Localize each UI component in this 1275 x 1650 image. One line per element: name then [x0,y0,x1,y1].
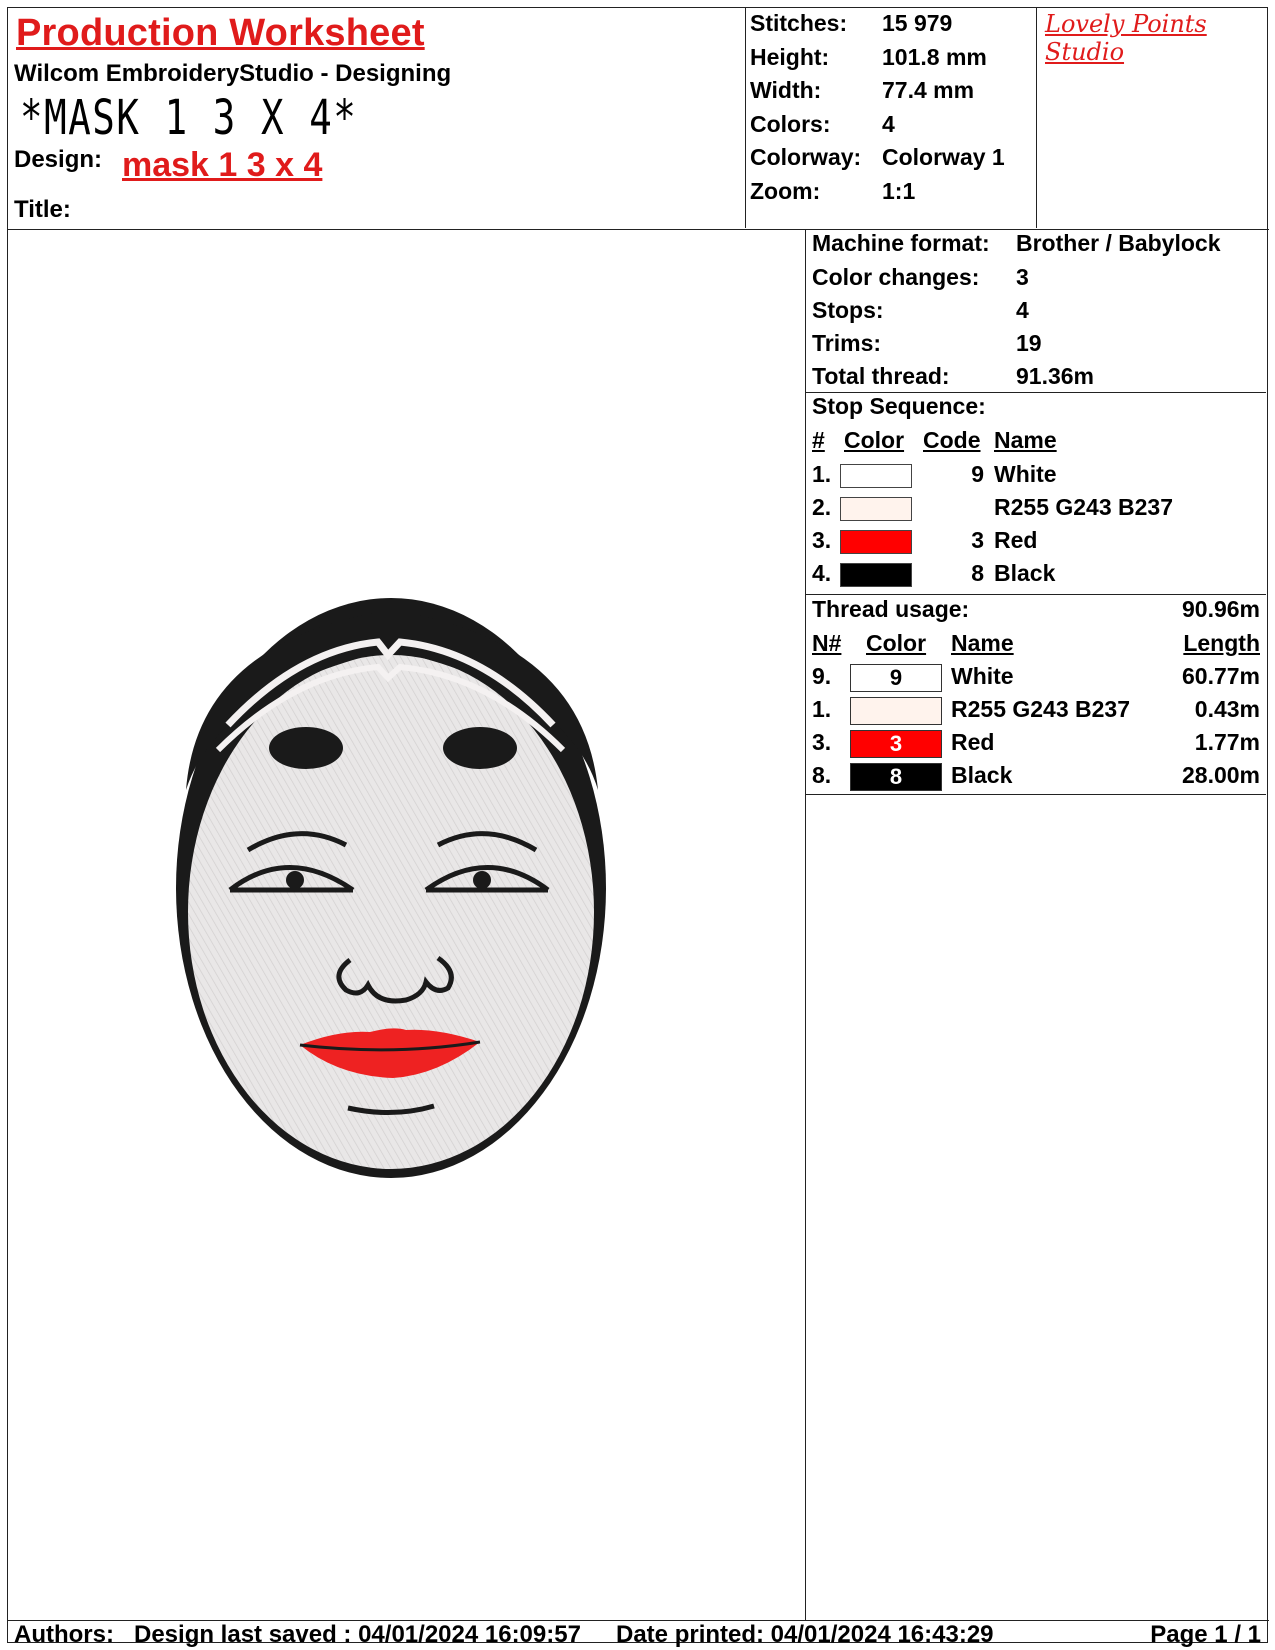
header-studio: Lovely Points Studio [1037,8,1267,228]
usage-row-name: R255 G243 B237 [951,696,1131,722]
stop-col-num: # [812,427,825,453]
stop-row-name: White [994,461,1057,487]
thread-usage-title: Thread usage: [812,596,970,622]
usage-row-num: 1. [812,696,832,722]
title-label: Title: [14,196,71,223]
machine-format-label: Machine format: [812,230,990,256]
stop-row-swatch [840,563,912,587]
usage-row-num: 3. [812,729,832,755]
stop-row-code: 8 [971,560,984,586]
stop-row-num: 3. [812,527,832,553]
right-pupil [473,871,491,889]
last-saved: Design last saved : 04/01/2024 16:09:57 [134,1621,581,1648]
usage-row-length: 60.77m [1181,663,1260,689]
stop-row-swatch [840,464,912,488]
height-label: Height: [750,44,830,70]
stop-row-name: Red [994,527,1038,553]
colors-label: Colors: [750,111,831,137]
usage-col-length: Length [1183,630,1260,656]
stop-row-num: 1. [812,461,832,487]
machine-format-value: Brother / Babylock [1016,230,1221,256]
studio-name: Lovely Points Studio [1045,10,1207,66]
usage-row-name: Red [951,729,995,755]
design-name: mask 1 3 x 4 [122,146,323,184]
usage-col-num: N# [812,630,842,656]
authors-label: Authors: [14,1621,114,1648]
usage-row-swatch: 9 [850,664,942,692]
stop-row-num: 4. [812,560,832,586]
usage-row-name: Black [951,762,1013,788]
usage-row-swatch [850,697,942,725]
stop-col-name: Name [994,427,1057,453]
usage-col-name: Name [951,630,1014,656]
thread-usage-total: 90.96m [1181,596,1260,622]
usage-row-swatch: 3 [850,730,942,758]
thread-usage-section: Thread usage: 90.96m N# Color Name Lengt… [806,595,1266,795]
stitches-label: Stitches: [750,10,848,36]
usage-row-num: 8. [812,762,832,788]
usage-row-name: White [951,663,1014,689]
zoom-value: 1:1 [882,178,916,204]
height-value: 101.8 mm [882,44,987,70]
trims-label: Trims: [812,330,882,356]
header-design-info: Production Worksheet Wilcom EmbroiderySt… [8,8,746,228]
stop-row-code: 3 [971,527,984,553]
stop-col-code: Code [923,427,981,453]
left-brow-spot [269,727,343,769]
stop-row-code: 9 [971,461,984,487]
worksheet-footer: Authors: Design last saved : 04/01/2024 … [8,1620,1269,1648]
worksheet-header: Production Worksheet Wilcom EmbroiderySt… [8,8,1269,230]
worksheet-title: Production Worksheet [16,12,425,54]
stop-row-swatch [840,497,912,521]
colors-value: 4 [882,111,895,137]
mask-face [188,655,594,1169]
color-changes-value: 3 [1016,264,1029,290]
header-design-stats: Stitches: 15 979 Height: 101.8 mm Width:… [746,8,1037,228]
stop-row-name: R255 G243 B237 [994,494,1174,520]
width-label: Width: [750,77,822,103]
stitches-value: 15 979 [882,10,953,36]
software-name: Wilcom EmbroideryStudio - Designing [14,60,452,87]
trims-value: 19 [1016,330,1042,356]
usage-row-length: 0.43m [1194,696,1260,722]
usage-col-color: Color [866,630,927,656]
stop-row-swatch [840,530,912,554]
total-thread-label: Total thread: [812,363,950,389]
design-label: Design: [14,146,103,173]
production-worksheet: Production Worksheet Wilcom EmbroiderySt… [7,7,1269,1648]
right-brow-spot [443,727,517,769]
usage-row-swatch: 8 [850,763,942,791]
thread-info-panel: Machine format: Brother / Babylock Color… [805,230,1267,1620]
color-changes-label: Color changes: [812,264,980,290]
machine-section: Machine format: Brother / Babylock Color… [806,230,1266,393]
left-pupil [286,871,304,889]
stop-sequence-title: Stop Sequence: [812,393,986,419]
usage-row-num: 9. [812,663,832,689]
width-value: 77.4 mm [882,77,975,103]
colorway-label: Colorway: [750,144,862,170]
total-thread-value: 91.36m [1016,363,1095,389]
mask-embroidery-image [176,598,606,1178]
design-filename: *MASK 1 3 X 4* [20,90,358,146]
stops-value: 4 [1016,297,1029,323]
colorway-value: Colorway 1 [882,144,1005,170]
date-printed: Date printed: 04/01/2024 16:43:29 [616,1621,994,1648]
stop-row-num: 2. [812,494,832,520]
page-number: Page 1 / 1 [1150,1621,1261,1648]
usage-row-length: 28.00m [1181,762,1260,788]
design-preview [8,230,804,1620]
stop-sequence-section: Stop Sequence: # Color Code Name 1. 9 Whit… [806,393,1266,595]
stop-row-name: Black [994,560,1056,586]
stops-label: Stops: [812,297,884,323]
usage-row-length: 1.77m [1194,729,1260,755]
stop-col-color: Color [844,427,905,453]
zoom-label: Zoom: [750,178,821,204]
